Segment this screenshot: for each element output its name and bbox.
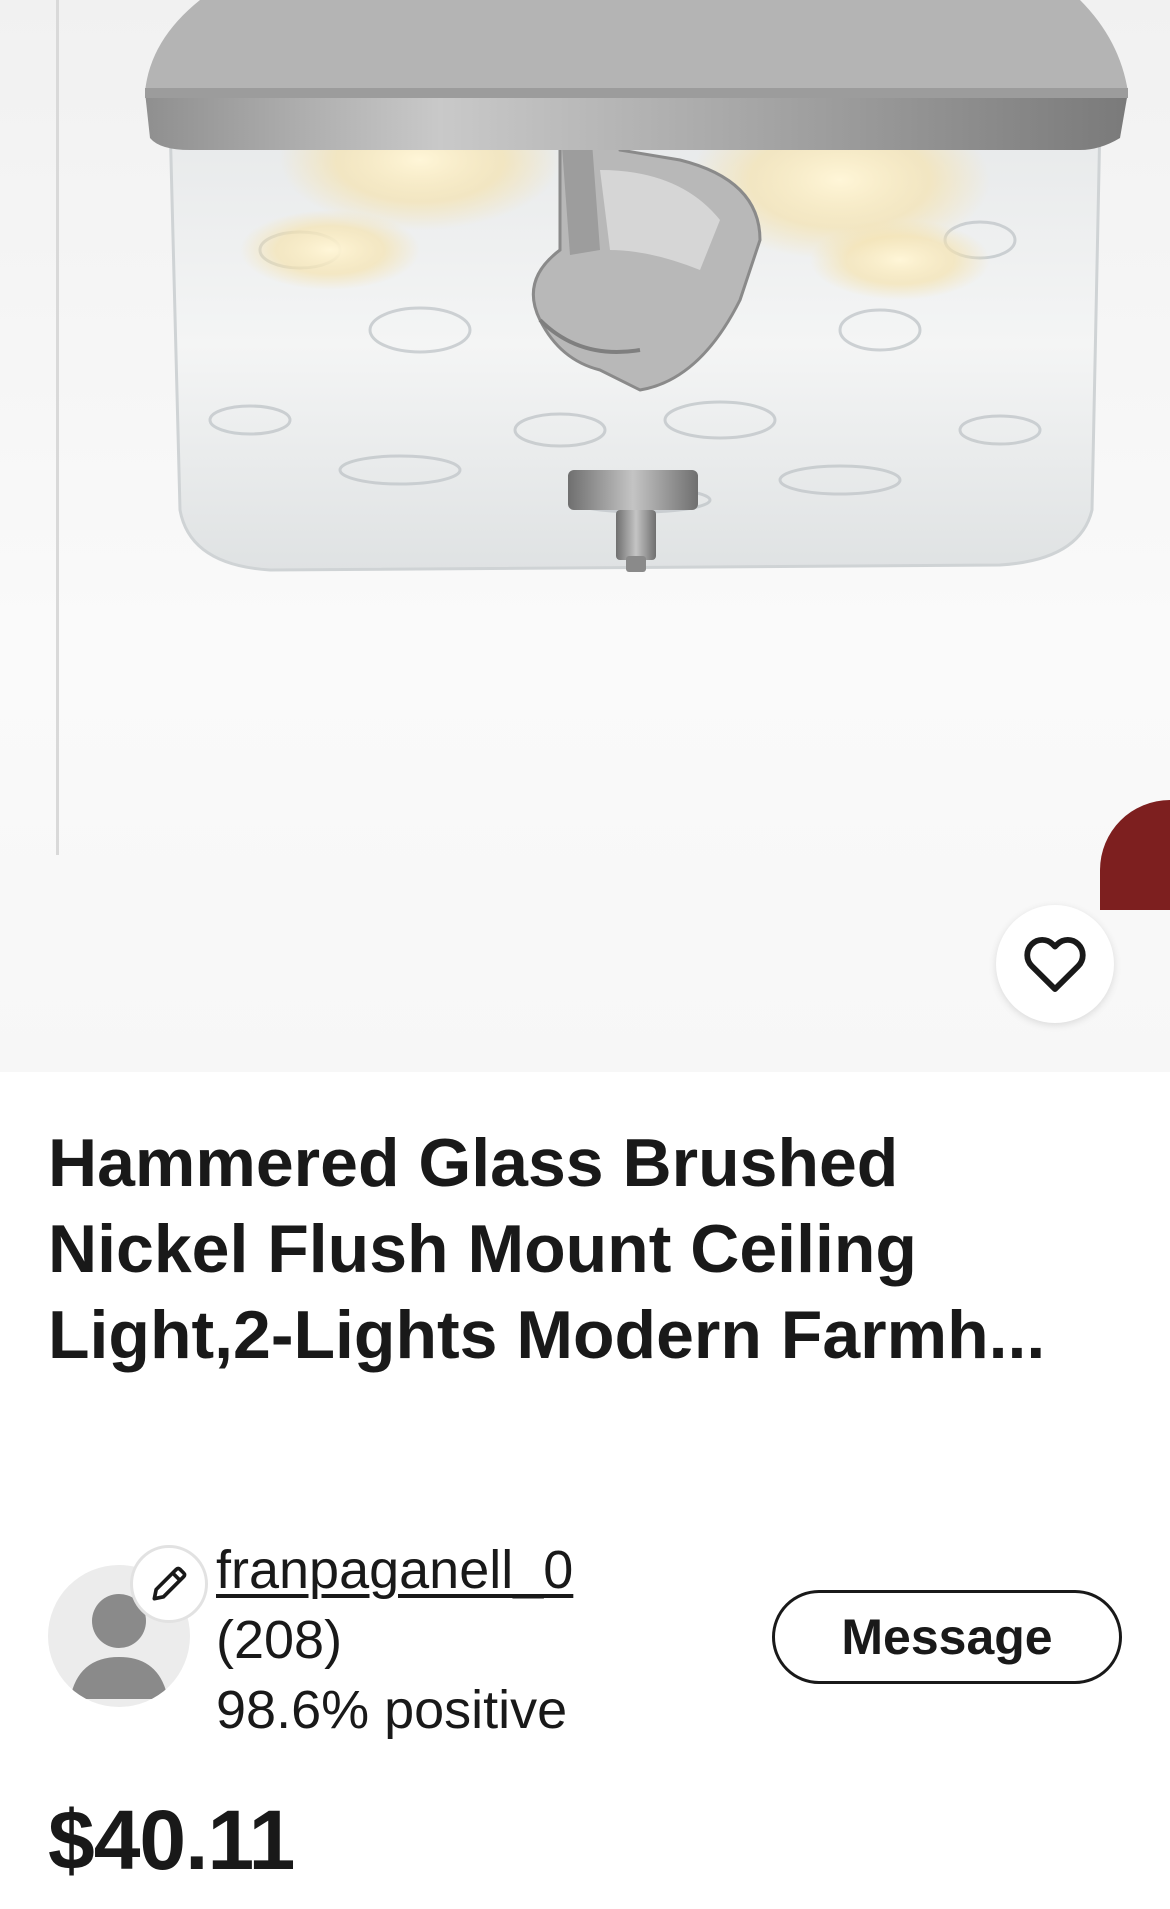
- seller-feedback-count: (208): [216, 1610, 343, 1670]
- pencil-icon: [152, 1566, 187, 1601]
- seller-info: franpaganell_0 (208) 98.6% positive: [216, 1535, 573, 1745]
- image-edge-divider: [56, 0, 59, 855]
- seller-feedback-percent: 98.6% positive: [216, 1680, 568, 1740]
- seller-username-link[interactable]: franpaganell_0: [216, 1535, 573, 1605]
- listing-title: Hammered Glass Brushed Nickel Flush Moun…: [48, 1125, 1046, 1373]
- product-image[interactable]: [0, 0, 1170, 1072]
- edit-profile-button[interactable]: [130, 1545, 208, 1623]
- message-button[interactable]: Message: [772, 1590, 1122, 1684]
- heart-icon: [1024, 936, 1086, 992]
- product-image-gallery[interactable]: [0, 0, 1170, 1072]
- watch-button[interactable]: [996, 905, 1114, 1023]
- listing-price: $40.11: [48, 1793, 295, 1887]
